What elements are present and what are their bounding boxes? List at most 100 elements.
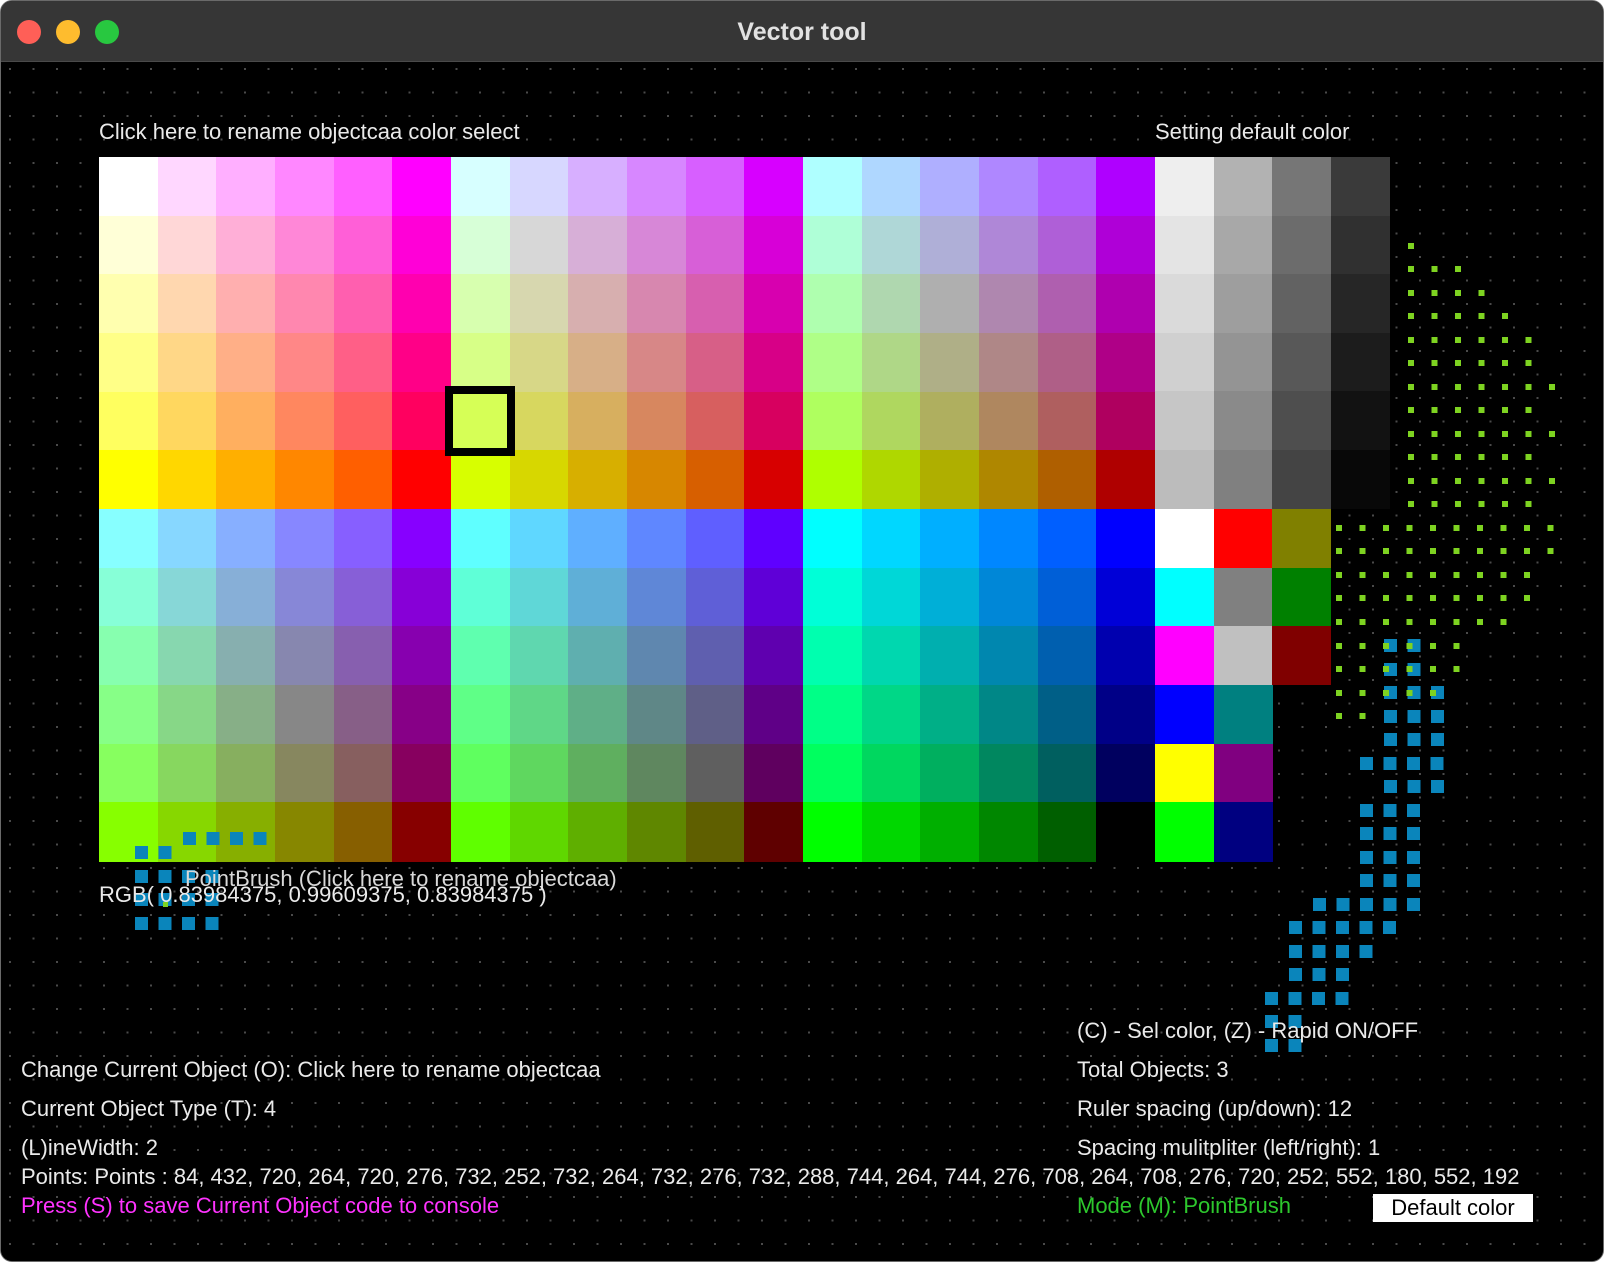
vertex-dot <box>1500 525 1507 531</box>
brush-point <box>1336 945 1349 958</box>
vertex-dot <box>1408 243 1414 249</box>
vertex-dot <box>1430 643 1436 649</box>
vertex-dot <box>1430 619 1436 625</box>
brush-point <box>1383 851 1397 864</box>
vertex-dot <box>1455 290 1461 296</box>
vertex-dot <box>1453 666 1460 672</box>
brush-point <box>1384 733 1397 746</box>
vertex-dot <box>1408 266 1414 272</box>
vertex-dot <box>1477 525 1483 531</box>
object-type: Current Object Type (T): 4 <box>21 1096 277 1121</box>
vertex-dot <box>1336 525 1342 531</box>
vertex-dot <box>1455 407 1461 413</box>
vertex-dot <box>1525 454 1532 460</box>
title-bar: Vector tool <box>1 1 1603 62</box>
brush-point <box>1407 898 1420 911</box>
vertex-dot <box>1406 666 1413 672</box>
drawing-canvas[interactable]: Click here to rename objectcaa color sel… <box>1 62 1603 1261</box>
vertex-dot <box>1431 407 1438 413</box>
spacing-multiplier: Spacing mulitpliter (left/right): 1 <box>1077 1135 1381 1160</box>
brush-point <box>1289 921 1302 934</box>
vertex-dot <box>1502 360 1508 366</box>
vertex-dot <box>1455 431 1461 437</box>
vertex-dot <box>1408 431 1414 437</box>
vertex-dot <box>1359 595 1366 601</box>
vertex-dot <box>1478 454 1485 460</box>
vertex-dot <box>1359 713 1366 719</box>
vertex-dot <box>1383 595 1389 601</box>
ruler-spacing: Ruler spacing (up/down): 12 <box>1077 1096 1353 1121</box>
brush-point <box>206 832 220 845</box>
vertex-dot <box>1336 643 1342 649</box>
brush-point <box>182 917 195 930</box>
vertex-dot <box>1455 360 1461 366</box>
brush-point <box>1335 992 1349 1005</box>
brush-point <box>1360 757 1373 770</box>
vertex-dot <box>1547 525 1554 531</box>
vertex-dot <box>1408 313 1414 319</box>
brush-point <box>1384 710 1397 723</box>
brush-point <box>135 917 148 930</box>
vertex-dot <box>1502 501 1508 507</box>
brush-point <box>1383 757 1397 770</box>
brush-point <box>1407 710 1421 723</box>
brush-point <box>1359 921 1373 934</box>
vertex-dot <box>1524 572 1530 578</box>
vertex-dot <box>1502 313 1508 319</box>
brush-point <box>1431 710 1444 723</box>
vertex-dot <box>1455 501 1461 507</box>
brush-point <box>1312 992 1325 1005</box>
brush-point <box>1289 945 1302 958</box>
vertex-dot <box>1453 572 1460 578</box>
brush-point <box>1312 921 1326 934</box>
change-object-label[interactable]: Change Current Object (O): Click here to… <box>21 1057 601 1083</box>
vertex-dot <box>1430 525 1436 531</box>
app-window: Vector tool Click here to rename objectc… <box>0 0 1604 1262</box>
vertex-dot <box>1430 690 1436 696</box>
vertex-dot <box>1453 595 1460 601</box>
brush-point <box>1360 804 1373 817</box>
vertex-dot <box>1431 337 1438 343</box>
vertex-dot <box>1478 478 1485 484</box>
vertex-dot <box>1525 360 1532 366</box>
window-title: Vector tool <box>737 18 867 46</box>
vertex-dot <box>1431 290 1438 296</box>
default-color-button[interactable]: Default color <box>1373 1194 1533 1222</box>
brush-point <box>1360 874 1373 887</box>
vertex-dot <box>1336 713 1342 719</box>
brush-point <box>1312 968 1326 981</box>
vertex-dot <box>1547 548 1554 554</box>
brush-point <box>1407 874 1420 887</box>
vertex-dot <box>1383 548 1389 554</box>
brush-point <box>230 832 243 845</box>
vertex-dot <box>1359 666 1366 672</box>
vertex-dot <box>1502 337 1508 343</box>
brush-point <box>1407 804 1420 817</box>
brush-point <box>1407 780 1421 793</box>
vertex-dot <box>1408 290 1414 296</box>
vertex-dot <box>1431 384 1438 390</box>
vertex-dot <box>1502 431 1508 437</box>
vertex-dot <box>1500 572 1507 578</box>
vertex-dot <box>1336 595 1342 601</box>
vertex-dot <box>1455 384 1461 390</box>
vertex-dot <box>1408 478 1414 484</box>
vertex-dot <box>1336 690 1342 696</box>
vertex-dot <box>1524 595 1530 601</box>
brush-point <box>1407 827 1420 840</box>
vertex-dot <box>1549 431 1555 437</box>
vertex-dot <box>1359 572 1366 578</box>
vertex-dot <box>1430 548 1436 554</box>
vertex-dot <box>1383 690 1389 696</box>
brush-point <box>1289 968 1302 981</box>
brush-point <box>158 917 172 930</box>
vertex-dot <box>1383 643 1389 649</box>
vertex-dot <box>1478 360 1485 366</box>
brush-point <box>1313 898 1326 911</box>
vertex-dot <box>1478 290 1485 296</box>
brush-point <box>1407 733 1421 746</box>
vertex-dot <box>1524 548 1530 554</box>
vertex-dot <box>1383 619 1389 625</box>
vertex-dot <box>1406 690 1413 696</box>
vertex-dot <box>1336 666 1342 672</box>
